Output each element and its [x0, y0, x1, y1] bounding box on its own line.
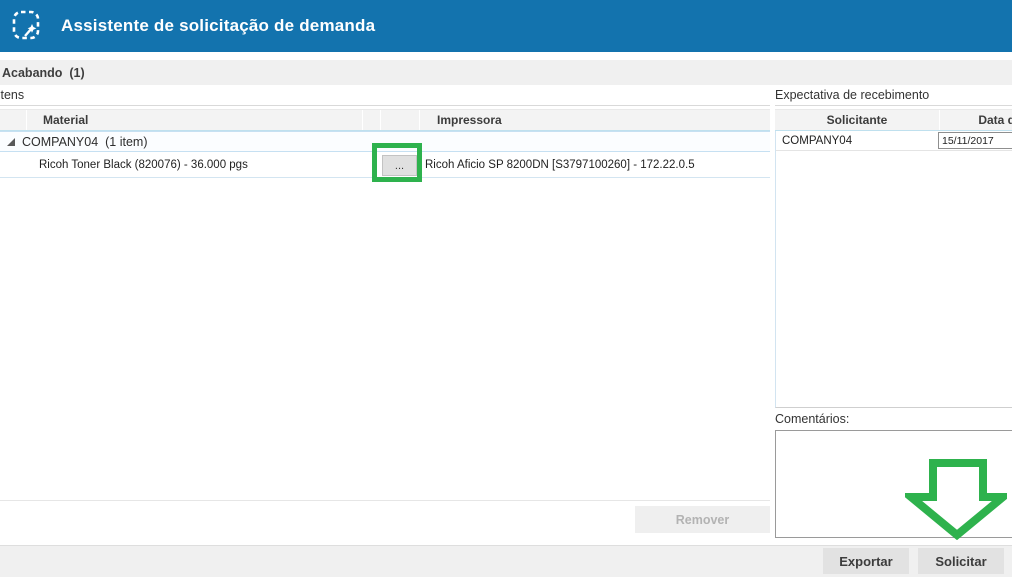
item-printer-text: Ricoh Aficio SP 8200DN [S3797100260] - 1…	[425, 152, 695, 177]
receipt-header-requester[interactable]: Solicitante	[775, 110, 940, 130]
items-header-indent-cell	[0, 110, 27, 130]
receipt-date-input[interactable]	[938, 132, 1012, 149]
items-header-spacer-cell	[363, 110, 381, 130]
receipt-row[interactable]: COMPANY04	[776, 131, 1012, 151]
items-grid-bottom-border	[0, 500, 770, 501]
group-bar-acabando: Acabando (1)	[0, 60, 1012, 85]
items-group-label: COMPANY04 (1 item)	[22, 135, 148, 149]
group-expander-icon[interactable]	[7, 138, 15, 146]
request-button[interactable]: Solicitar	[918, 548, 1004, 574]
receipt-section-divider	[775, 105, 1012, 106]
export-button[interactable]: Exportar	[823, 548, 909, 574]
receipt-list-body: COMPANY04	[775, 131, 1012, 408]
items-grid-header: Material Impressora	[0, 109, 770, 131]
receipt-header-date[interactable]: Data de	[940, 110, 1012, 130]
items-group-row[interactable]: COMPANY04 (1 item)	[0, 131, 770, 152]
remove-button[interactable]: Remover	[635, 506, 770, 533]
receipt-section-title: Expectativa de recebimento	[775, 88, 929, 104]
items-row[interactable]: Ricoh Toner Black (820076) - 36.000 pgs …	[0, 152, 770, 178]
group-acabando-label: Acabando (1)	[0, 66, 85, 80]
window-title: Assistente de solicitação de demanda	[61, 16, 375, 36]
title-bar: Assistente de solicitação de demanda	[0, 0, 1012, 52]
items-header-printer[interactable]: Impressora	[420, 110, 770, 130]
items-header-action-cell	[381, 110, 420, 130]
receipt-grid-header: Solicitante Data de	[775, 109, 1012, 131]
item-material-text: Ricoh Toner Black (820076) - 36.000 pgs	[39, 152, 248, 177]
receipt-requester-text: COMPANY04	[776, 135, 852, 147]
material-browse-button[interactable]: ...	[382, 155, 417, 176]
wizard-icon	[10, 9, 44, 43]
comments-label: Comentários:	[775, 412, 849, 426]
app-window: { "window": { "title": "Assistente de so…	[0, 0, 1012, 577]
comments-textarea[interactable]	[775, 430, 1012, 538]
items-section-title: Itens	[0, 88, 24, 104]
items-header-material[interactable]: Material	[27, 110, 363, 130]
items-section-divider	[0, 105, 770, 106]
